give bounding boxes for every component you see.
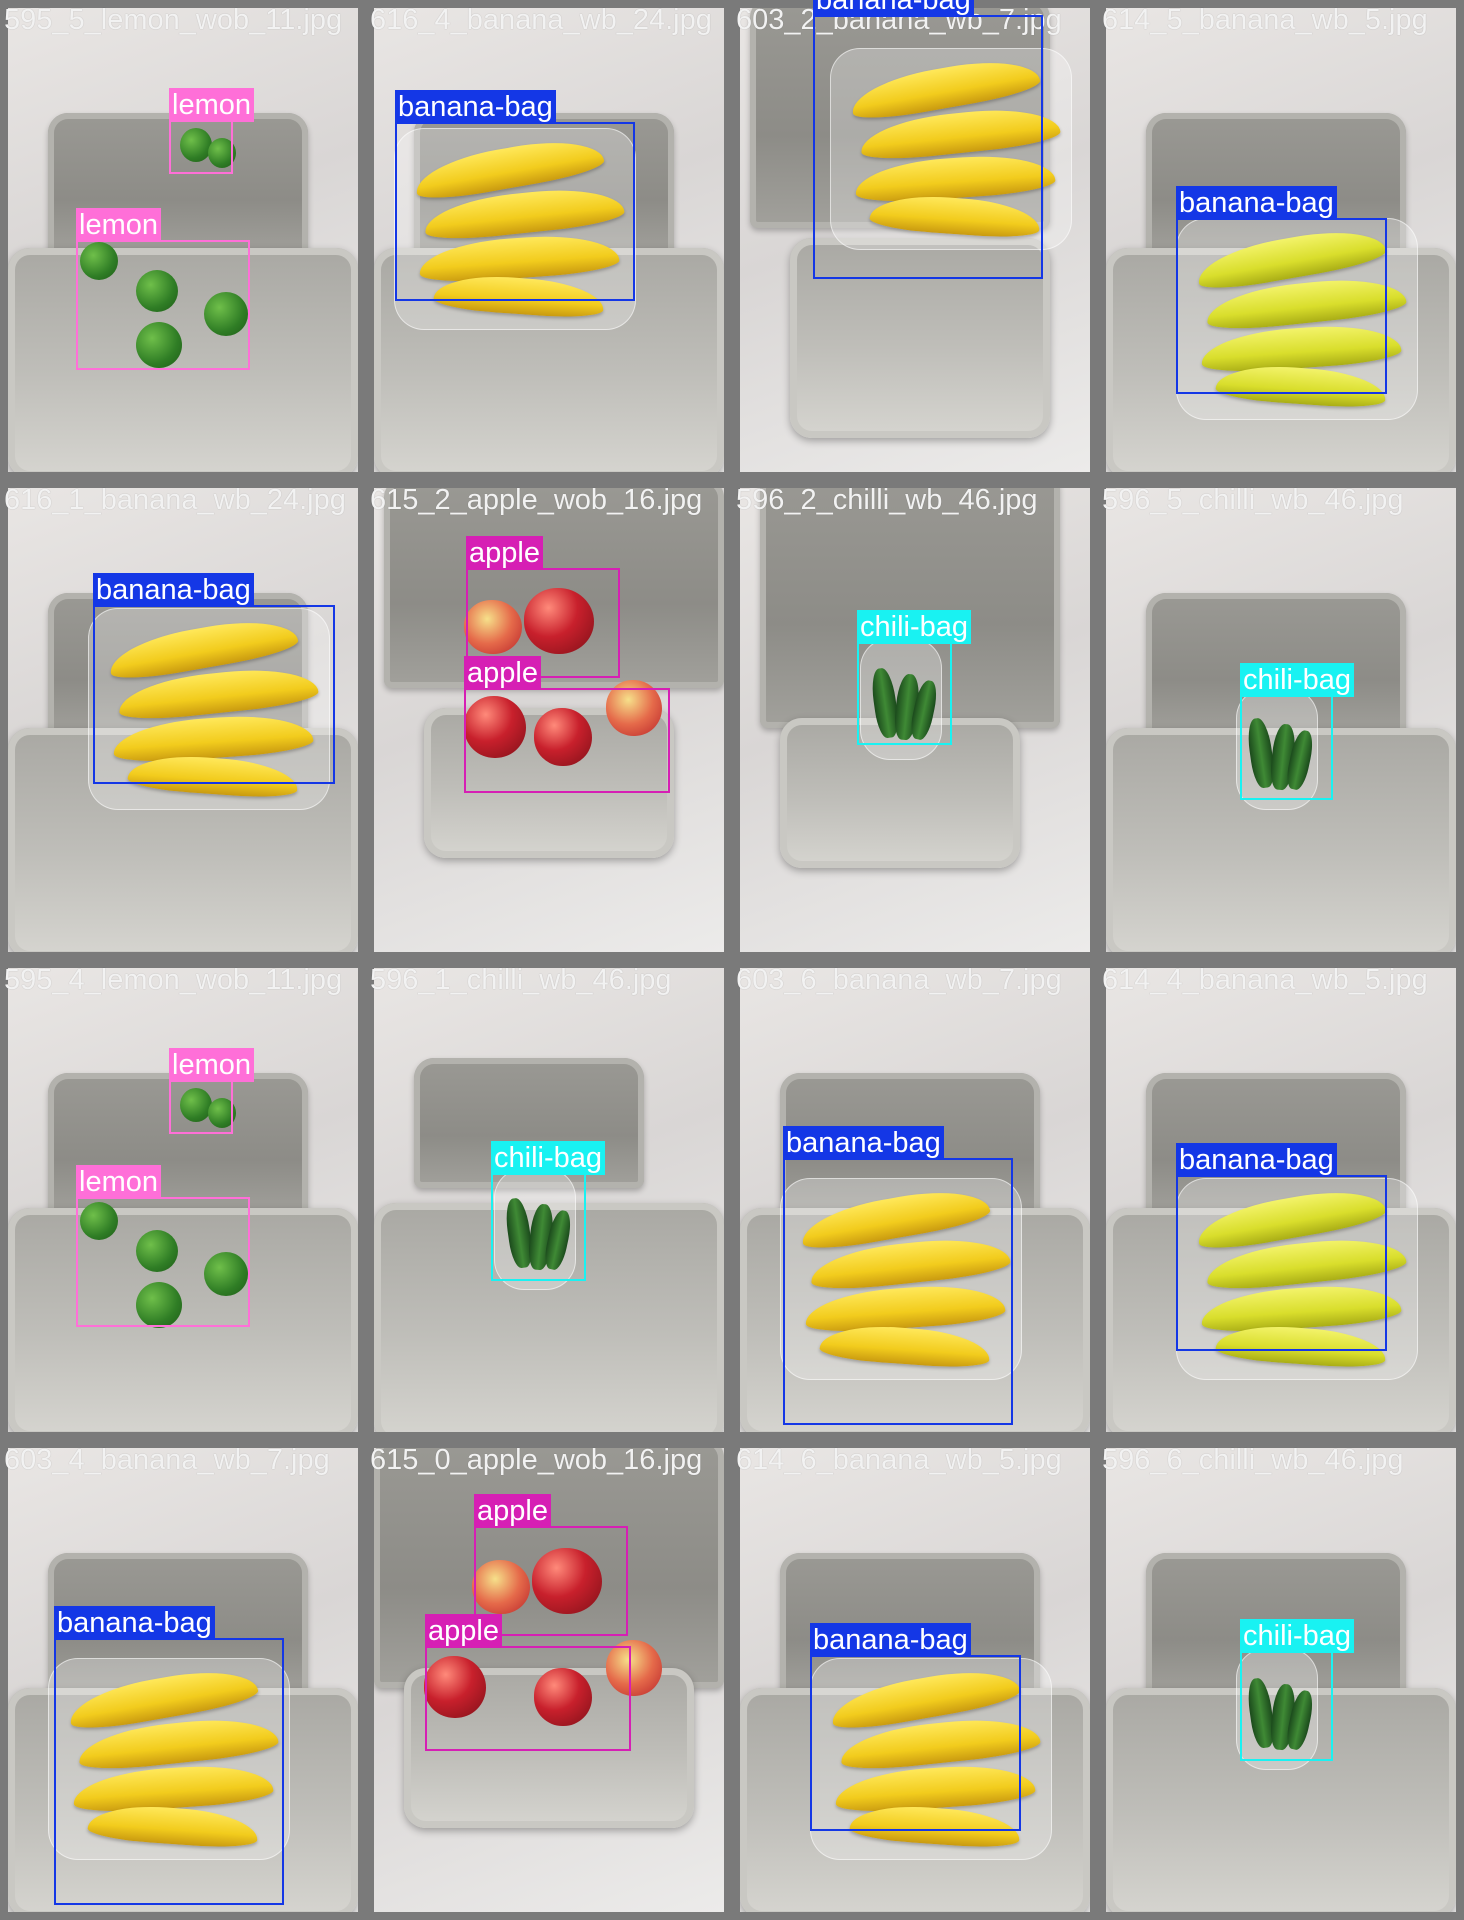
bounding-box-banana-bag: banana-bag — [810, 1623, 1021, 1831]
box-label: banana-bag — [810, 1623, 971, 1657]
box-label: chili-bag — [1240, 1619, 1354, 1653]
image-tile: 616_4_banana_wb_24.jpg banana-bag — [366, 0, 732, 480]
bounding-box-lemon: lemon — [169, 1048, 254, 1134]
image-tile: 614_4_banana_wb_5.jpg banana-bag — [1098, 960, 1464, 1440]
image-filename: 595_5_lemon_wob_11.jpg — [4, 4, 343, 36]
bounding-box-banana-bag: banana-bag — [395, 90, 635, 301]
box-label: banana-bag — [1176, 1143, 1337, 1177]
bounding-box-lemon: lemon — [76, 1165, 250, 1327]
image-tile: 603_6_banana_wb_7.jpg banana-bag — [732, 960, 1098, 1440]
image-tile: 596_1_chilli_wb_46.jpg chili-bag — [366, 960, 732, 1440]
box-label: apple — [474, 1494, 551, 1528]
image-tile: 603_2_banana_wb_7.jpg banana-bag — [732, 0, 1098, 480]
box-label: apple — [464, 656, 541, 690]
image-tile: 596_6_chilli_wb_46.jpg chili-bag — [1098, 1440, 1464, 1920]
bounding-box-chili-bag: chili-bag — [1240, 663, 1354, 800]
image-tile: 596_5_chilli_wb_46.jpg chili-bag — [1098, 480, 1464, 960]
bounding-box-chili-bag: chili-bag — [491, 1141, 605, 1281]
box-label: chili-bag — [1240, 663, 1354, 697]
bounding-box-banana-bag: banana-bag — [783, 1126, 1013, 1425]
image-filename: 603_6_banana_wb_7.jpg — [736, 964, 1062, 996]
box-label: banana-bag — [54, 1606, 215, 1640]
bounding-box-lemon: lemon — [169, 88, 254, 174]
image-tile: 614_5_banana_wb_5.jpg banana-bag — [1098, 0, 1464, 480]
bounding-box-banana-bag: banana-bag — [54, 1606, 284, 1905]
bounding-box-chili-bag: chili-bag — [857, 610, 971, 745]
image-tile: 615_2_apple_wob_16.jpgapple apple — [366, 480, 732, 960]
bounding-box-banana-bag: banana-bag — [813, 0, 1043, 279]
image-filename: 614_4_banana_wb_5.jpg — [1102, 964, 1428, 996]
box-label: chili-bag — [491, 1141, 605, 1175]
box-label: apple — [466, 536, 543, 570]
bounding-box-apple: apple — [425, 1614, 631, 1751]
box-label: lemon — [76, 208, 161, 242]
bounding-box-banana-bag: banana-bag — [1176, 1143, 1387, 1351]
box-label: chili-bag — [857, 610, 971, 644]
bounding-box-banana-bag: banana-bag — [1176, 186, 1387, 394]
detection-mosaic: 595_5_lemon_wob_11.jpglemon lemon 616_4_ba… — [0, 0, 1464, 1920]
box-label: banana-bag — [1176, 186, 1337, 220]
image-tile: 596_2_chilli_wb_46.jpg chili-bag — [732, 480, 1098, 960]
image-filename: 615_2_apple_wob_16.jpg — [370, 484, 703, 516]
image-filename: 616_1_banana_wb_24.jpg — [4, 484, 346, 516]
image-filename: 614_6_banana_wb_5.jpg — [736, 1444, 1062, 1476]
bounding-box-chili-bag: chili-bag — [1240, 1619, 1354, 1761]
box-label: lemon — [169, 1048, 254, 1082]
image-tile: 595_4_lemon_wob_11.jpglemon lemon — [0, 960, 366, 1440]
bounding-box-lemon: lemon — [76, 208, 250, 370]
box-label: banana-bag — [395, 90, 556, 124]
image-tile: 616_1_banana_wb_24.jpg banana-bag — [0, 480, 366, 960]
box-label: lemon — [169, 88, 254, 122]
image-filename: 596_6_chilli_wb_46.jpg — [1102, 1444, 1404, 1476]
image-filename: 596_1_chilli_wb_46.jpg — [370, 964, 672, 996]
image-tile: 615_0_apple_wob_16.jpgapple apple — [366, 1440, 732, 1920]
box-label: apple — [425, 1614, 502, 1648]
image-filename: 603_4_banana_wb_7.jpg — [4, 1444, 330, 1476]
bounding-box-apple: apple — [464, 656, 670, 793]
box-label: banana-bag — [93, 573, 254, 607]
image-filename: 595_4_lemon_wob_11.jpg — [4, 964, 343, 996]
image-tile: 595_5_lemon_wob_11.jpglemon lemon — [0, 0, 366, 480]
image-filename: 614_5_banana_wb_5.jpg — [1102, 4, 1428, 36]
box-label: banana-bag — [813, 0, 974, 17]
box-label: banana-bag — [783, 1126, 944, 1160]
image-tile: 614_6_banana_wb_5.jpg banana-bag — [732, 1440, 1098, 1920]
image-filename: 596_2_chilli_wb_46.jpg — [736, 484, 1038, 516]
image-filename: 616_4_banana_wb_24.jpg — [370, 4, 712, 36]
image-filename: 596_5_chilli_wb_46.jpg — [1102, 484, 1404, 516]
image-filename: 615_0_apple_wob_16.jpg — [370, 1444, 703, 1476]
box-label: lemon — [76, 1165, 161, 1199]
bounding-box-banana-bag: banana-bag — [93, 573, 335, 784]
image-tile: 603_4_banana_wb_7.jpg banana-bag — [0, 1440, 366, 1920]
